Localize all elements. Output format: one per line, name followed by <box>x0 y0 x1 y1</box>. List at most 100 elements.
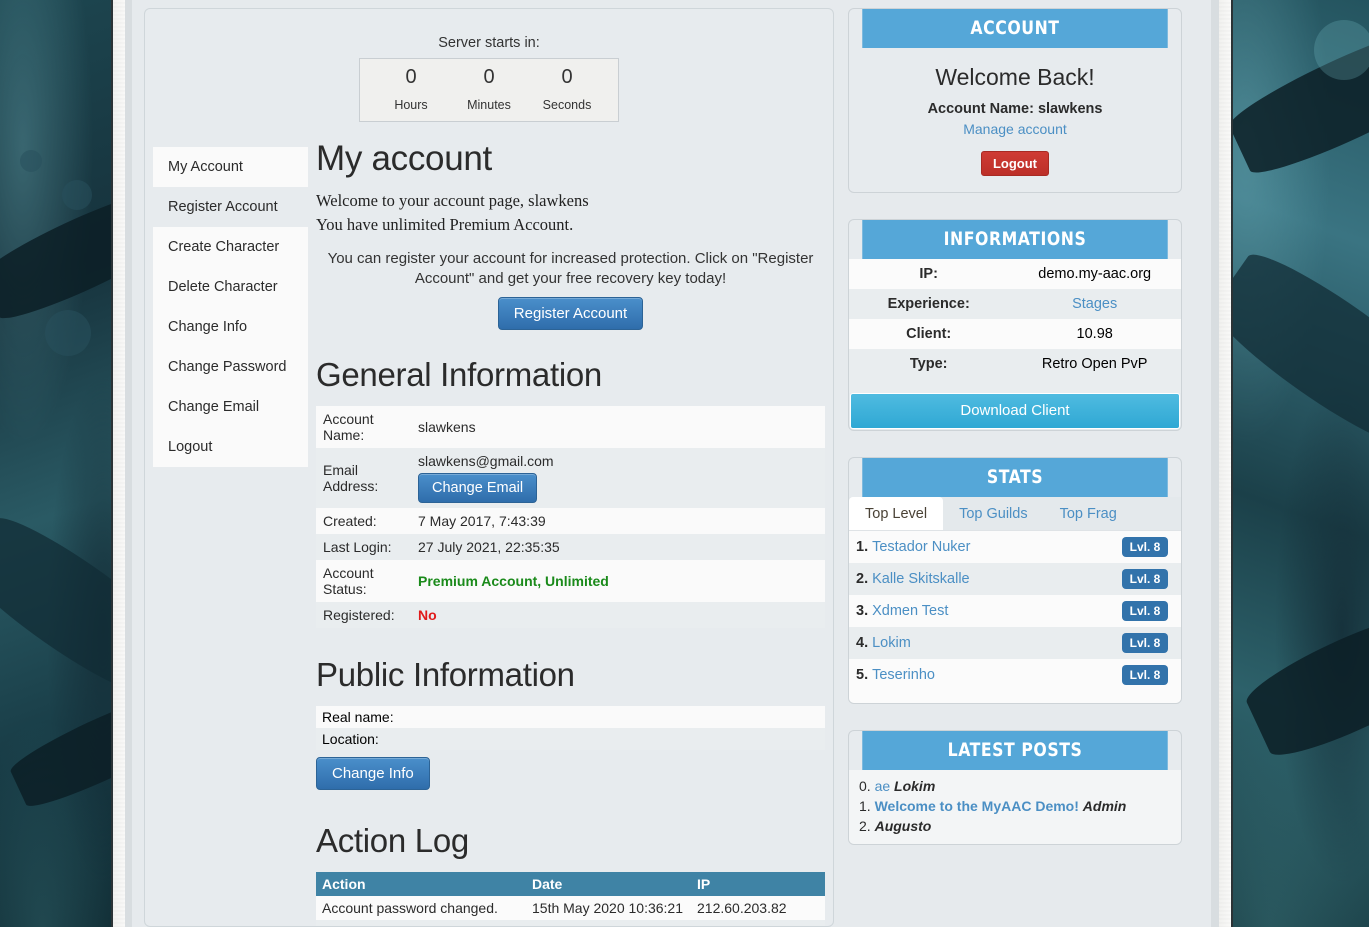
art-streak <box>0 505 125 705</box>
welcome-back-text: Welcome Back! <box>858 64 1172 91</box>
sidebar-item-change-password[interactable]: Change Password <box>153 347 308 387</box>
latest-posts-list: 0. ae Lokim 1. Welcome to the MyAAC Demo… <box>849 770 1181 844</box>
art-streak <box>1239 602 1369 768</box>
table-spacer-row <box>849 691 1181 703</box>
list-item[interactable]: 1. Welcome to the MyAAC Demo! Admin <box>859 796 1177 816</box>
info-ip-value: demo.my-aac.org <box>1008 259 1181 289</box>
page-edge-texture-right <box>1219 0 1233 927</box>
logout-button-wrap: Logout <box>858 151 1172 176</box>
log-date: 17th November 2018 18:04:11 <box>526 920 691 927</box>
email-address-value: slawkens@gmail.com <box>418 453 818 469</box>
table-row: Client: 10.98 <box>849 319 1181 349</box>
email-address-cell: slawkens@gmail.com Change Email <box>411 448 825 508</box>
stats-box: STATS Top Level Top Guilds Top Frag 1. T… <box>848 457 1182 704</box>
tab-top-frag[interactable]: Top Frag <box>1044 497 1133 530</box>
post-author: Lokim <box>894 778 935 794</box>
last-login-value: 27 July 2021, 22:35:35 <box>411 534 825 560</box>
level-badge: Lvl. 8 <box>1122 537 1169 557</box>
art-streak <box>6 685 125 815</box>
rank-level-cell: Lvl. 8 <box>1109 563 1181 595</box>
download-client-button[interactable]: Download Client <box>850 393 1180 429</box>
sidebar-item-create-character[interactable]: Create Character <box>153 227 308 267</box>
table-row: Location: <box>316 728 825 750</box>
countdown-hours-value: 0 <box>372 65 450 97</box>
rank-number: 4. <box>849 627 868 659</box>
main-column: Server starts in: 0 0 0 Hours Minutes <box>144 8 834 927</box>
level-badge: Lvl. 8 <box>1122 569 1169 589</box>
character-link[interactable]: Lokim <box>872 635 911 651</box>
rank-number: 1. <box>849 531 868 563</box>
location-label: Location: <box>316 728 400 750</box>
level-badge: Lvl. 8 <box>1122 665 1169 685</box>
experience-stages-link[interactable]: Stages <box>1072 296 1117 312</box>
status-badge: Premium Account, Unlimited <box>411 560 825 602</box>
premium-text: You have unlimited Premium Account. <box>316 215 825 235</box>
location-value <box>400 728 825 750</box>
change-email-button[interactable]: Change Email <box>418 473 537 503</box>
rank-name-cell: Lokim <box>868 627 1109 659</box>
art-blob <box>20 150 42 172</box>
informations-box: INFORMATIONS IP: demo.my-aac.org Experie… <box>848 219 1182 431</box>
rank-number: 5. <box>849 659 868 691</box>
info-type-value: Retro Open PvP <box>1008 349 1181 379</box>
post-author: Augusto <box>875 818 932 834</box>
countdown-hours-label: Hours <box>372 97 450 113</box>
register-account-button[interactable]: Register Account <box>498 297 643 330</box>
rank-number: 2. <box>849 563 868 595</box>
rank-level-cell: Lvl. 8 <box>1109 595 1181 627</box>
logout-button[interactable]: Logout <box>981 151 1049 176</box>
art-blob <box>62 180 92 210</box>
info-client-label: Client: <box>849 319 1008 349</box>
sidebar-item-delete-character[interactable]: Delete Character <box>153 267 308 307</box>
post-author: Admin <box>1083 798 1127 814</box>
info-experience-value: Stages <box>1008 289 1181 319</box>
tab-top-guilds[interactable]: Top Guilds <box>943 497 1044 530</box>
post-title[interactable]: ae <box>875 778 891 794</box>
spacer-cell <box>849 691 1181 703</box>
change-info-button[interactable]: Change Info <box>316 757 430 790</box>
log-action: Changed comment for character Admin. <box>316 920 526 927</box>
sidebar-item-change-info[interactable]: Change Info <box>153 307 308 347</box>
account-box-header: ACCOUNT <box>862 9 1167 48</box>
tab-top-level[interactable]: Top Level <box>849 497 943 530</box>
info-client-value: 10.98 <box>1008 319 1181 349</box>
last-login-label: Last Login: <box>316 534 411 560</box>
character-link[interactable]: Kalle Skitskalle <box>872 571 970 587</box>
general-information-title: General Information <box>316 356 825 394</box>
background-artwork-right <box>1219 0 1369 927</box>
action-log-title: Action Log <box>316 822 825 860</box>
column-header-date: Date <box>526 872 691 896</box>
sidebar-item-register-account[interactable]: Register Account <box>153 187 308 227</box>
sidebar-item-my-account[interactable]: My Account <box>153 147 308 187</box>
page-edge-texture-left <box>111 0 125 927</box>
list-item[interactable]: 2. Augusto <box>859 816 1177 836</box>
manage-account-link[interactable]: Manage account <box>963 121 1067 137</box>
countdown-minutes-value: 0 <box>450 65 528 97</box>
table-row: Experience: Stages <box>849 289 1181 319</box>
change-info-button-wrap: Change Info <box>316 757 825 790</box>
public-information-table: Real name: Location: <box>316 706 825 750</box>
register-button-wrap: Register Account <box>316 297 825 330</box>
table-row: Account Name: slawkens <box>316 406 825 448</box>
table-row: Email Address: slawkens@gmail.com Change… <box>316 448 825 508</box>
character-link[interactable]: Teserinho <box>872 667 935 683</box>
post-title[interactable]: Welcome to the MyAAC Demo! <box>875 798 1079 814</box>
art-streak <box>1219 240 1369 460</box>
created-label: Created: <box>316 508 411 534</box>
rank-name-cell: Xdmen Test <box>868 595 1109 627</box>
rank-name-cell: Kalle Skitskalle <box>868 563 1109 595</box>
table-row: Created: 7 May 2017, 7:43:39 <box>316 508 825 534</box>
public-information-title: Public Information <box>316 656 825 694</box>
log-action: Account password changed. <box>316 896 526 920</box>
sidebar-item-logout[interactable]: Logout <box>153 427 308 467</box>
created-value: 7 May 2017, 7:43:39 <box>411 508 825 534</box>
countdown-seconds-label: Seconds <box>528 97 606 113</box>
list-item[interactable]: 0. ae Lokim <box>859 776 1177 796</box>
character-link[interactable]: Testador Nuker <box>872 539 970 555</box>
table-row: IP: demo.my-aac.org <box>849 259 1181 289</box>
account-article: My account Welcome to your account page,… <box>308 127 825 927</box>
account-name-display: Account Name: slawkens <box>858 101 1172 117</box>
sidebar-item-change-email[interactable]: Change Email <box>153 387 308 427</box>
countdown-title: Server starts in: <box>145 35 833 51</box>
character-link[interactable]: Xdmen Test <box>872 603 948 619</box>
